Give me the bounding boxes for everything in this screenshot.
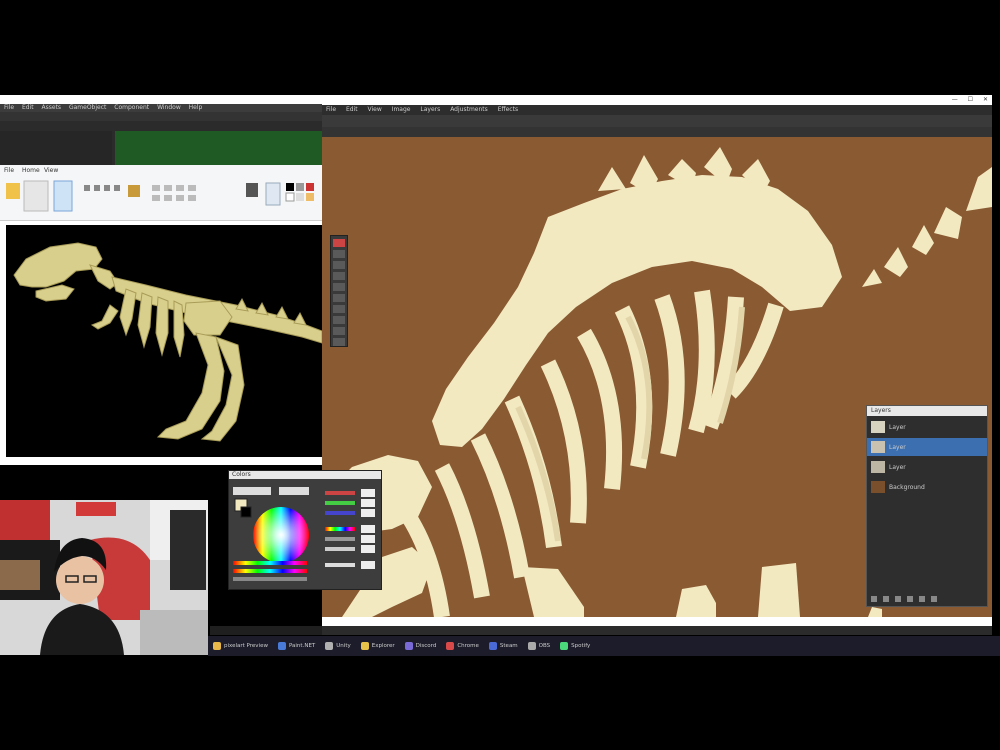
editor-menu-layers[interactable]: Layers	[420, 106, 440, 113]
paint-tab-home[interactable]: Home	[22, 167, 40, 174]
layer-thumbnail	[871, 461, 885, 473]
app-icon	[404, 642, 413, 650]
unity-menu-component[interactable]: Component	[114, 104, 149, 111]
layer-name: Layer	[889, 463, 906, 471]
taskbar-item[interactable]: pixelart Preview	[213, 642, 268, 650]
editor-window-controls: — ☐ ✕	[944, 95, 988, 105]
layer-row[interactable]: Layer	[867, 458, 987, 476]
close-button[interactable]: ✕	[983, 96, 988, 103]
paint-ribbon: File Home View	[0, 165, 322, 221]
taskbar-item[interactable]: Explorer	[360, 642, 395, 650]
taskbar-item[interactable]: OBS	[527, 642, 550, 650]
scene-view[interactable]	[115, 131, 322, 165]
editor-menu-image[interactable]: Image	[392, 106, 411, 113]
unity-menu-edit[interactable]: Edit	[22, 104, 34, 111]
layers-panel-title: Layers	[867, 406, 987, 416]
tools-panel	[330, 235, 348, 347]
layer-thumbnail	[871, 481, 885, 493]
color-sliders[interactable]	[325, 489, 375, 569]
paint-tab-view[interactable]: View	[44, 167, 58, 174]
webcam-feed	[0, 500, 208, 655]
layer-row-selected[interactable]: Layer	[867, 438, 987, 456]
unity-menu-assets[interactable]: Assets	[42, 104, 62, 111]
taskbar-item[interactable]: Unity	[325, 642, 351, 650]
paint-window: File Home View	[0, 165, 323, 465]
editor-menu-view[interactable]: View	[368, 106, 382, 113]
app-icon	[277, 642, 286, 650]
app-icon	[560, 642, 569, 650]
editor-menubar: File Edit View Image Layers Adjustments …	[322, 105, 992, 115]
tool-pencil-icon[interactable]	[333, 316, 345, 324]
trex-canvas[interactable]	[6, 225, 323, 457]
layer-actions[interactable]	[871, 594, 983, 604]
color-picker[interactable]	[229, 479, 381, 589]
tool-select-icon[interactable]	[333, 239, 345, 247]
app-icon	[213, 642, 221, 650]
webcam-image	[0, 500, 208, 655]
tool-brush-icon[interactable]	[333, 305, 345, 313]
unity-menu-window[interactable]: Window	[157, 104, 181, 111]
editor-menu-file[interactable]: File	[326, 106, 336, 113]
more-less-button[interactable]	[279, 487, 309, 495]
layer-row[interactable]: Layer	[867, 418, 987, 436]
console-warning	[210, 626, 322, 635]
tool-move-icon[interactable]	[333, 250, 345, 258]
editor-toolbar[interactable]	[322, 115, 992, 127]
app-icon	[488, 642, 497, 650]
taskbar-item[interactable]: Discord	[404, 642, 436, 650]
editor-titlebar: — ☐ ✕	[322, 95, 992, 105]
tool-pan-icon[interactable]	[333, 272, 345, 280]
taskbar-item[interactable]: Paint.NET	[277, 642, 315, 650]
app-icon	[360, 642, 369, 650]
hierarchy-panel[interactable]	[0, 131, 112, 165]
trex-skeleton-image	[13, 242, 323, 442]
colors-panel-title: Colors	[229, 471, 381, 479]
taskbar-item[interactable]: Chrome	[446, 642, 479, 650]
tool-picker-icon[interactable]	[333, 338, 345, 346]
unity-menubar: File Edit Assets GameObject Component Wi…	[0, 104, 322, 112]
layer-thumbnail	[871, 441, 885, 453]
app-icon	[446, 642, 455, 650]
tool-eraser-icon[interactable]	[333, 327, 345, 335]
unity-menu-gameobject[interactable]: GameObject	[69, 104, 106, 111]
unity-menu-file[interactable]: File	[4, 104, 14, 111]
unity-window: File Edit Assets GameObject Component Wi…	[0, 95, 322, 165]
taskbar-item[interactable]: Spotify	[560, 642, 590, 650]
editor-menu-effects[interactable]: Effects	[498, 106, 518, 113]
taskbar-item[interactable]: Steam	[488, 642, 518, 650]
colors-panel: Colors	[228, 470, 382, 590]
paint-tab-file[interactable]: File	[4, 167, 14, 174]
unity-titlebar	[0, 95, 322, 104]
tool-gradient-icon[interactable]	[333, 294, 345, 302]
layer-name: Layer	[889, 443, 906, 451]
taskbar: pixelart Preview Paint.NET Unity Explore…	[208, 636, 1000, 656]
color-mode-button[interactable]	[233, 487, 271, 495]
color-wheel[interactable]	[253, 507, 309, 563]
editor-menu-adjustments[interactable]: Adjustments	[450, 106, 488, 113]
layer-name: Layer	[889, 423, 906, 431]
tool-zoom-icon[interactable]	[333, 261, 345, 269]
editor-options-bar[interactable]	[322, 127, 992, 137]
layer-thumbnail	[871, 421, 885, 433]
tool-bucket-icon[interactable]	[333, 283, 345, 291]
editor-menu-edit[interactable]: Edit	[346, 106, 358, 113]
maximize-button[interactable]: ☐	[968, 96, 973, 103]
unity-toolbar[interactable]	[0, 112, 322, 121]
minimize-button[interactable]: —	[952, 96, 958, 103]
app-icon	[527, 642, 536, 650]
app-icon	[325, 642, 334, 650]
secondary-color-swatch[interactable]	[240, 506, 252, 518]
layer-row[interactable]: Background	[867, 478, 987, 496]
layers-panel: Layers Layer Layer Layer Background	[866, 405, 988, 607]
paint-ribbon-tools[interactable]	[4, 177, 316, 217]
layer-name: Background	[889, 483, 925, 491]
unity-menu-help[interactable]: Help	[189, 104, 203, 111]
editor-statusbar	[322, 626, 992, 635]
